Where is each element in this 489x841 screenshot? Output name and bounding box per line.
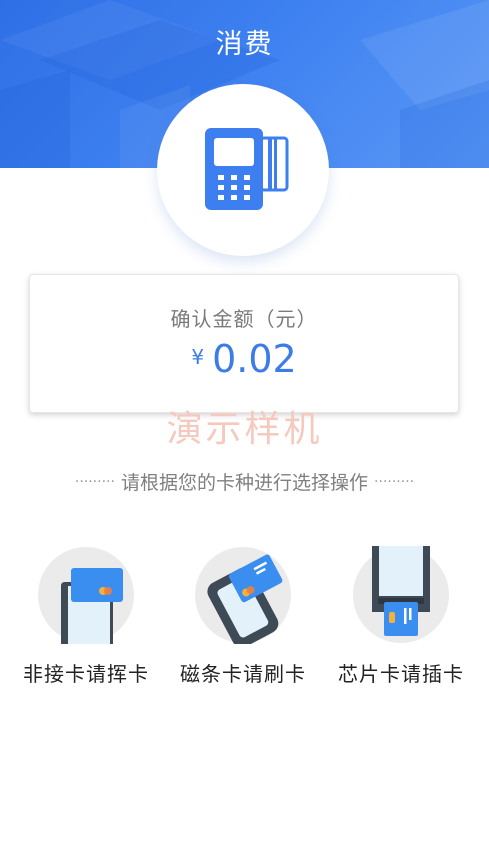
method-contactless-label: 非接卡请挥卡 — [23, 662, 149, 686]
method-swipe[interactable]: 磁条卡请刷卡 — [163, 546, 323, 687]
card-type-prompt: ········· 请根据您的卡种进行选择操作 ········· — [0, 468, 489, 495]
prompt-text: 请根据您的卡种进行选择操作 — [120, 472, 368, 494]
page-title: 消费 — [215, 29, 274, 60]
method-contactless[interactable]: 非接卡请挥卡 — [6, 546, 166, 687]
amount-value: 0.02 — [212, 337, 297, 381]
currency-symbol: ¥ — [191, 345, 205, 369]
contactless-card-icon — [38, 547, 134, 644]
method-chip-label: 芯片卡请插卡 — [338, 662, 464, 686]
amount-card: 确认金额（元） ¥0.02 — [29, 274, 459, 413]
prompt-trailing-dots: ········· — [374, 474, 415, 490]
method-swipe-label: 磁条卡请刷卡 — [180, 662, 306, 686]
amount-label: 确认金额（元） — [170, 307, 318, 331]
pos-terminal-icon — [205, 128, 289, 210]
chip-card-insert-icon — [353, 546, 449, 643]
consume-page: 消费 确认金额（元） ¥0.02 演示样机 ········· 请根据您的卡种进… — [0, 0, 489, 841]
method-chip[interactable]: 芯片卡请插卡 — [321, 546, 481, 687]
prompt-leading-dots: ········· — [74, 474, 115, 490]
swipe-card-icon — [195, 547, 291, 644]
amount-row: ¥0.02 — [30, 337, 458, 381]
pos-terminal-badge — [157, 84, 329, 256]
demo-watermark: 演示样机 — [166, 409, 323, 450]
